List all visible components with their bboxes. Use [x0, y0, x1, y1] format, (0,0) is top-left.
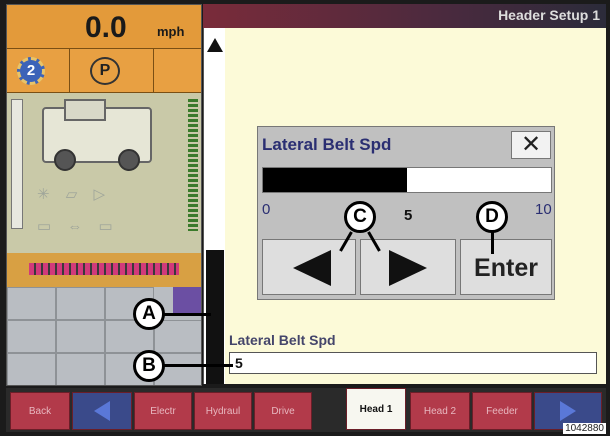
- scroll-up-icon[interactable]: [207, 38, 223, 52]
- range-min-label: 0: [262, 201, 271, 218]
- grid-cell[interactable]: [7, 287, 56, 320]
- range-max-label: 10: [535, 201, 552, 218]
- field-label: Lateral Belt Spd: [229, 332, 336, 348]
- faint-icons-row: ✳ ▱ ▷: [37, 186, 111, 203]
- speed-readout: 0.0 mph: [7, 5, 201, 49]
- arrow-right-icon: [560, 401, 576, 422]
- speed-value: 0.0: [85, 11, 127, 44]
- tank-level-bar: [11, 99, 23, 229]
- park-indicator: P: [90, 57, 120, 85]
- enter-button[interactable]: Enter: [460, 239, 552, 295]
- value-dialog: Lateral Belt Spd ✕ 0 5 10 Enter: [257, 126, 555, 300]
- main-content: Lateral Belt Spd ✕ 0 5 10 Enter Lateral …: [225, 28, 606, 384]
- scrollbar[interactable]: [203, 28, 225, 384]
- left-status-panel: 0.0 mph 2 P ✳ ▱ ▷ ▭ ⇔ ▭: [6, 4, 202, 386]
- wheel-icon: [54, 149, 76, 171]
- grid-cell[interactable]: [56, 287, 105, 320]
- callout-leader: [163, 364, 233, 367]
- gear-row: 2 P: [7, 49, 201, 93]
- value-bar-fill: [263, 168, 407, 192]
- grid-cell[interactable]: [7, 320, 56, 353]
- tab-back[interactable]: Back: [10, 392, 70, 430]
- dialog-title: Lateral Belt Spd: [262, 135, 392, 154]
- callout-c: C: [344, 201, 376, 233]
- callout-a: A: [133, 298, 165, 330]
- tab-electrical[interactable]: Electr: [134, 392, 192, 430]
- cab-icon: [64, 99, 106, 121]
- faint-icons-row: ▭ ⇔ ▭: [37, 218, 119, 235]
- value-bar: [262, 167, 552, 193]
- machine-view: ✳ ▱ ▷ ▭ ⇔ ▭: [7, 93, 201, 253]
- current-value-label: 5: [404, 207, 413, 224]
- tab-feeder[interactable]: Feeder: [472, 392, 532, 430]
- callout-b: B: [133, 350, 165, 382]
- grid-cell[interactable]: [154, 320, 201, 353]
- tab-head-2[interactable]: Head 2: [410, 392, 470, 430]
- combine-icon: [42, 99, 152, 171]
- callout-leader: [163, 313, 211, 316]
- arrow-left-icon: [94, 401, 110, 422]
- tab-hydraulic[interactable]: Hydraul: [194, 392, 252, 430]
- grain-level-bar: [188, 99, 198, 231]
- divider: [69, 49, 70, 93]
- grid-cell[interactable]: [7, 353, 56, 385]
- tab-drive[interactable]: Drive: [254, 392, 312, 430]
- segment-bar: [29, 263, 179, 275]
- arrow-right-icon: [389, 250, 427, 286]
- status-tile[interactable]: [173, 287, 201, 313]
- arrow-left-icon: [293, 250, 331, 286]
- increase-button[interactable]: [360, 239, 456, 295]
- figure-id: 1042880: [563, 423, 606, 434]
- grid-cell[interactable]: [56, 353, 105, 385]
- gear-indicator: 2: [17, 57, 45, 85]
- tab-scroll-left[interactable]: [72, 392, 132, 430]
- callout-d: D: [476, 201, 508, 233]
- wheel-icon: [118, 149, 140, 171]
- close-icon[interactable]: ✕: [511, 131, 551, 159]
- divider: [153, 49, 154, 93]
- tab-head-1[interactable]: Head 1: [346, 388, 406, 430]
- header-bar: Header Setup 1: [203, 4, 606, 28]
- bottom-tab-bar: Back Electr Hydraul Drive Head 1 Head 2 …: [6, 388, 606, 432]
- grid-cell[interactable]: [56, 320, 105, 353]
- callout-leader: [491, 232, 494, 254]
- speed-unit: mph: [157, 24, 185, 39]
- display-screen: 0.0 mph 2 P ✳ ▱ ▷ ▭ ⇔ ▭ Header Setup 1 L…: [0, 0, 610, 436]
- page-title: Header Setup 1: [498, 7, 600, 23]
- value-field[interactable]: 5: [229, 352, 597, 374]
